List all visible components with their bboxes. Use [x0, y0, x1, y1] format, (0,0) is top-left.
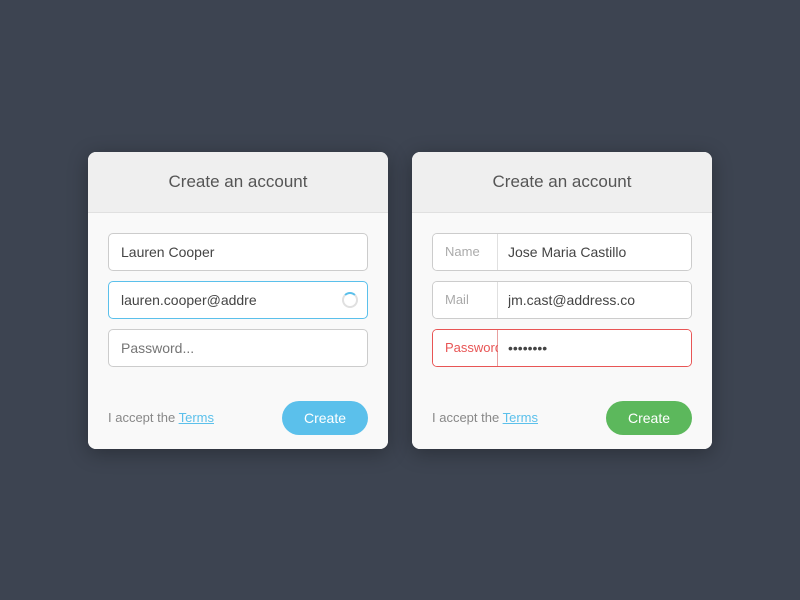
name-label: Name [433, 234, 498, 270]
terms-link[interactable]: Terms [179, 410, 214, 425]
email-input[interactable] [108, 281, 368, 319]
accept-terms-text-2: I accept the Terms [432, 410, 538, 425]
create-button-2[interactable]: Create [606, 401, 692, 435]
email-input-wrapper [108, 281, 368, 319]
accept-terms-text: I accept the Terms [108, 410, 214, 425]
card-2: Create an account Name Mail Password I a… [412, 152, 712, 449]
password-field-row: Password [432, 329, 692, 367]
name-input[interactable] [108, 233, 368, 271]
card-1-title: Create an account [108, 172, 368, 192]
terms-link-2[interactable]: Terms [503, 410, 538, 425]
password-field-input[interactable] [498, 330, 692, 366]
mail-field-row: Mail [432, 281, 692, 319]
loading-spinner [342, 292, 358, 308]
card-1-body [88, 213, 388, 387]
name-field-row: Name [432, 233, 692, 271]
card-2-footer: I accept the Terms Create [412, 387, 712, 449]
card-1-footer: I accept the Terms Create [88, 387, 388, 449]
name-field-input[interactable] [498, 234, 692, 270]
mail-field-input[interactable] [498, 282, 692, 318]
mail-label: Mail [433, 282, 498, 318]
password-input[interactable] [108, 329, 368, 367]
card-1: Create an account I accept the Terms Cre… [88, 152, 388, 449]
card-2-header: Create an account [412, 152, 712, 213]
card-1-header: Create an account [88, 152, 388, 213]
password-label: Password [433, 330, 498, 366]
card-2-body: Name Mail Password [412, 213, 712, 387]
card-2-title: Create an account [432, 172, 692, 192]
create-button[interactable]: Create [282, 401, 368, 435]
